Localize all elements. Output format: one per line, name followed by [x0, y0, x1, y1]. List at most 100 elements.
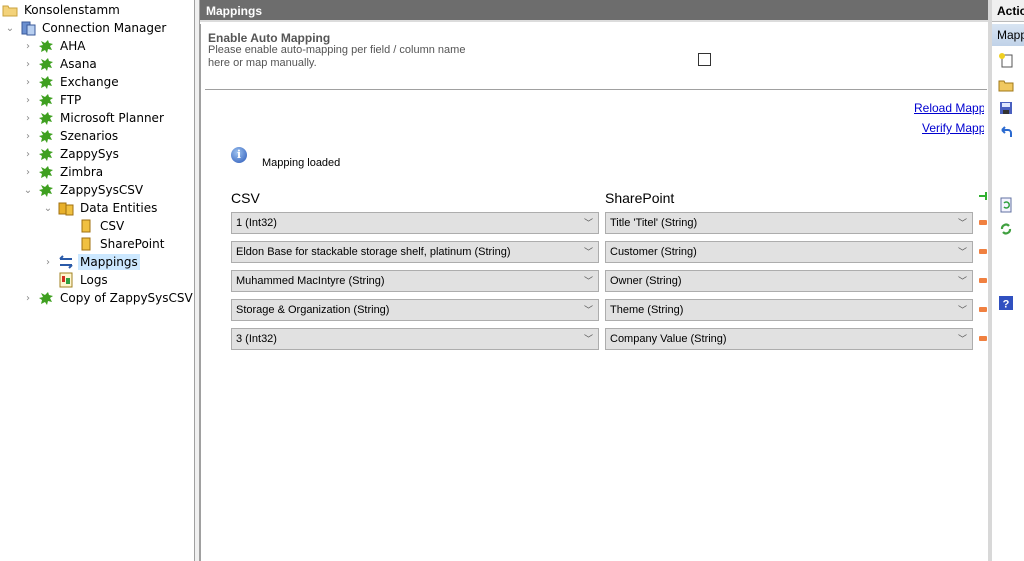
remove-row-icon[interactable] — [979, 307, 987, 312]
chevron-down-icon[interactable]: ⌄ — [4, 22, 16, 34]
connector-icon — [38, 110, 54, 126]
select-value: 3 (Int32) — [236, 333, 277, 345]
tree-label: SharePoint — [100, 237, 165, 251]
sharepoint-field-select[interactable]: Owner (String) ﹀ — [605, 270, 973, 292]
connector-icon — [38, 74, 54, 90]
tree-item-connection-manager[interactable]: ⌄ Connection Manager — [4, 19, 168, 37]
select-value: Owner (String) — [610, 275, 682, 287]
tree-label: Exchange — [60, 75, 119, 89]
chevron-down-icon[interactable]: ⌄ — [42, 202, 54, 214]
remove-row-icon[interactable] — [979, 220, 987, 225]
verify-mapping-link[interactable]: Verify Mapping — [922, 121, 984, 135]
new-icon[interactable] — [998, 52, 1014, 68]
refresh-document-icon[interactable] — [998, 197, 1014, 213]
sharepoint-column-header: SharePoint — [605, 190, 675, 206]
chevron-down-icon[interactable]: ﹀ — [958, 332, 968, 344]
tree-item-connection[interactable]: › FTP — [22, 91, 83, 109]
select-value: Theme (String) — [610, 304, 684, 316]
undo-icon[interactable] — [998, 124, 1014, 140]
tree-item-connection[interactable]: › Szenarios — [22, 127, 120, 145]
chevron-down-icon[interactable]: ﹀ — [958, 274, 968, 286]
chevron-right-icon[interactable]: › — [42, 256, 54, 268]
remove-row-icon[interactable] — [979, 336, 987, 341]
tree-item-logs[interactable]: Logs — [58, 271, 110, 289]
mappings-icon — [58, 254, 74, 270]
csv-field-select[interactable]: Muhammed MacIntyre (String) ﹀ — [231, 270, 599, 292]
csv-field-select[interactable]: Storage & Organization (String) ﹀ — [231, 299, 599, 321]
help-icon[interactable]: ? — [998, 295, 1014, 311]
chevron-down-icon[interactable]: ⌄ — [22, 184, 34, 196]
add-row-icon[interactable] — [979, 192, 987, 200]
tree-label: Data Entities — [80, 201, 158, 215]
actions-section-mappings[interactable]: Mappings — [992, 24, 1024, 46]
actions-panel: Actions Mappings ? — [988, 0, 1024, 561]
chevron-right-icon[interactable]: › — [22, 112, 34, 124]
csv-field-select[interactable]: 1 (Int32) ﹀ — [231, 212, 599, 234]
connector-icon — [38, 146, 54, 162]
tree-label: Connection Manager — [42, 21, 167, 35]
chevron-right-icon[interactable]: › — [22, 40, 34, 52]
sharepoint-field-select[interactable]: Customer (String) ﹀ — [605, 241, 973, 263]
chevron-down-icon[interactable]: ﹀ — [584, 332, 594, 344]
csv-field-select[interactable]: Eldon Base for stackable storage shelf, … — [231, 241, 599, 263]
select-value: Storage & Organization (String) — [236, 304, 390, 316]
csv-column-header: CSV — [231, 190, 260, 206]
reload-mapping-link[interactable]: Reload Mapping — [914, 101, 984, 115]
remove-row-icon[interactable] — [979, 278, 987, 283]
actions-title: Actions — [992, 0, 1024, 22]
chevron-right-icon[interactable]: › — [22, 94, 34, 106]
tree-item-connection[interactable]: › ZappySys — [22, 145, 121, 163]
tree-label: ZappySys — [60, 147, 119, 161]
connector-icon — [38, 38, 54, 54]
chevron-down-icon[interactable]: ﹀ — [584, 245, 594, 257]
auto-mapping-description: Please enable auto-mapping per field / c… — [208, 44, 466, 69]
tree-item-entity-csv[interactable]: CSV — [78, 217, 126, 235]
chevron-down-icon[interactable]: ﹀ — [958, 245, 968, 257]
chevron-right-icon[interactable]: › — [22, 148, 34, 160]
sharepoint-field-select[interactable]: Title 'Titel' (String) ﹀ — [605, 212, 973, 234]
remove-row-icon[interactable] — [979, 249, 987, 254]
folder-icon — [2, 2, 18, 18]
chevron-right-icon[interactable]: › — [22, 76, 34, 88]
open-folder-icon[interactable] — [998, 76, 1014, 92]
chevron-down-icon[interactable]: ﹀ — [584, 216, 594, 228]
tree-item-connection[interactable]: › Microsoft Planner — [22, 109, 166, 127]
sharepoint-field-select[interactable]: Theme (String) ﹀ — [605, 299, 973, 321]
auto-mapping-checkbox[interactable] — [698, 53, 711, 66]
sharepoint-field-select[interactable]: Company Value (String) ﹀ — [605, 328, 973, 350]
chevron-down-icon[interactable]: ﹀ — [584, 274, 594, 286]
refresh-icon[interactable] — [998, 221, 1014, 237]
tree-label: Microsoft Planner — [60, 111, 164, 125]
tree-item-connection[interactable]: › Exchange — [22, 73, 121, 91]
tree-item-root[interactable]: Konsolenstamm — [2, 1, 122, 19]
tree-item-connection[interactable]: › Asana — [22, 55, 99, 73]
chevron-down-icon[interactable]: ﹀ — [584, 303, 594, 315]
select-value: Muhammed MacIntyre (String) — [236, 275, 385, 287]
divider — [205, 89, 987, 90]
save-icon[interactable] — [998, 100, 1014, 116]
tree-label: Copy of ZappySysCSV — [60, 291, 193, 305]
tree-item-connection[interactable]: › AHA — [22, 37, 87, 55]
tree-item-connection[interactable]: ⌄ ZappySysCSV — [22, 181, 145, 199]
connector-icon — [38, 182, 54, 198]
connector-icon — [38, 164, 54, 180]
chevron-down-icon[interactable]: ﹀ — [958, 303, 968, 315]
tree-label: ZappySysCSV — [60, 183, 144, 197]
entity-icon — [78, 236, 94, 252]
chevron-right-icon[interactable]: › — [22, 130, 34, 142]
navigation-tree: Konsolenstamm ⌄ Connection Manager › AHA ›… — [0, 0, 195, 561]
tree-label: Konsolenstamm — [24, 3, 120, 17]
tree-label: Zimbra — [60, 165, 104, 179]
chevron-right-icon[interactable]: › — [22, 292, 34, 304]
chevron-right-icon[interactable]: › — [22, 166, 34, 178]
tree-item-copy[interactable]: › Copy of ZappySysCSV — [22, 289, 195, 307]
tree-item-mappings[interactable]: › Mappings — [42, 253, 140, 271]
tree-item-data-entities[interactable]: ⌄ Data Entities — [42, 199, 159, 217]
chevron-down-icon[interactable]: ﹀ — [958, 216, 968, 228]
csv-field-select[interactable]: 3 (Int32) ﹀ — [231, 328, 599, 350]
select-value: 1 (Int32) — [236, 217, 277, 229]
tree-item-connection[interactable]: › Zimbra — [22, 163, 105, 181]
tree-item-entity-sharepoint[interactable]: SharePoint — [78, 235, 166, 253]
chevron-right-icon[interactable]: › — [22, 58, 34, 70]
connector-icon — [38, 92, 54, 108]
